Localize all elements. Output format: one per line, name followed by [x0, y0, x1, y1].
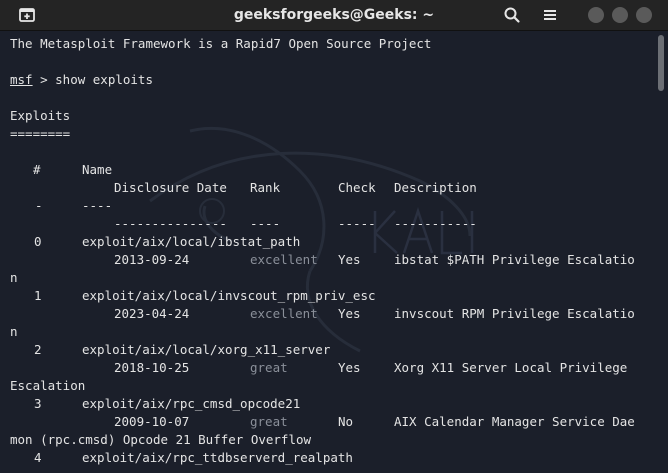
prompt-name: msf — [10, 72, 33, 87]
rule-date: --------------- — [114, 216, 227, 231]
table-row-detail: 2009-10-07 great No AIX Calendar Manager… — [10, 413, 635, 431]
window-title: geeksforgeeks@Geeks: ~ — [233, 7, 435, 23]
row-num: 4 — [34, 450, 42, 465]
hamburger-menu-icon[interactable] — [540, 5, 560, 25]
row-rank: great — [250, 414, 288, 429]
header-check: Check — [338, 180, 376, 195]
row-num: 0 — [34, 234, 42, 249]
command-text: > show exploits — [32, 72, 153, 87]
rule-name: ---- — [82, 198, 113, 213]
row-wrap-line: mon (rpc.cmsd) Opcode 21 Buffer Overflow — [10, 432, 312, 447]
row-num: 1 — [34, 288, 42, 303]
row-description: ibstat $PATH Privilege Escalatio — [394, 252, 635, 267]
row-date: 2013-09-24 — [114, 252, 190, 267]
table-row: 4 exploit/aix/rpc_ttdbserverd_realpath — [10, 449, 431, 467]
header-description: Description — [394, 180, 477, 195]
close-icon[interactable] — [636, 7, 652, 23]
search-icon[interactable] — [502, 5, 522, 25]
row-num: 2 — [34, 342, 42, 357]
rule-check: ----- — [338, 216, 376, 231]
table-row: 1 exploit/aix/local/invscout_rpm_priv_es… — [10, 287, 431, 305]
rule-rank: ---- — [250, 216, 281, 231]
row-date: 2018-10-25 — [114, 360, 190, 375]
table-row: 3 exploit/aix/rpc_cmsd_opcode21 — [10, 395, 431, 413]
row-module-name: exploit/aix/rpc_ttdbserverd_realpath — [82, 450, 353, 465]
row-check: No — [338, 414, 354, 429]
rule-num: - — [35, 198, 43, 213]
row-check: Yes — [338, 306, 361, 321]
terminal-window: geeksforgeeks@Geeks: ~ The Metasploit Fr… — [0, 0, 668, 473]
table-row-detail: 2018-10-25 great Yes Xorg X11 Server Loc… — [10, 359, 627, 377]
header-rank: Rank — [250, 180, 281, 195]
minimize-icon[interactable] — [588, 7, 604, 23]
row-description: Xorg X11 Server Local Privilege — [394, 360, 628, 375]
row-num: 3 — [34, 396, 42, 411]
header-date: Disclosure Date — [114, 180, 227, 195]
row-module-name: exploit/aix/local/ibstat_path — [82, 234, 301, 249]
header-num: # — [33, 162, 41, 177]
row-wrap-line: n — [10, 270, 18, 285]
row-wrap-line: Escalation — [10, 378, 86, 393]
title-bar: geeksforgeeks@Geeks: ~ — [0, 0, 668, 31]
table-rule-row: - ---- — [10, 197, 431, 215]
row-check: Yes — [338, 252, 361, 267]
row-wrap-line: n — [10, 324, 18, 339]
table-header-row-2: Disclosure Date Rank Check Description — [10, 179, 477, 197]
row-module-name: exploit/aix/rpc_cmsd_opcode21 — [82, 396, 301, 411]
table-header-row: # Name — [10, 161, 431, 179]
vertical-scrollbar[interactable] — [658, 35, 664, 91]
row-rank: great — [250, 360, 288, 375]
section-rule: ======== — [10, 126, 71, 141]
maximize-icon[interactable] — [612, 7, 628, 23]
command-line: msf > show exploits — [10, 71, 431, 89]
row-rank: excellent — [250, 306, 318, 321]
terminal-output[interactable]: The Metasploit Framework is a Rapid7 Ope… — [0, 31, 668, 473]
table-row: 0 exploit/aix/local/ibstat_path — [10, 233, 431, 251]
row-date: 2023-04-24 — [114, 306, 190, 321]
row-module-name: exploit/aix/local/invscout_rpm_priv_esc — [82, 288, 376, 303]
row-rank: excellent — [250, 252, 318, 267]
header-name: Name — [82, 162, 113, 177]
table-row: 2 exploit/aix/local/xorg_x11_server — [10, 341, 431, 359]
row-description: AIX Calendar Manager Service Dae — [394, 414, 635, 429]
row-date: 2009-10-07 — [114, 414, 190, 429]
table-row-detail: 2013-09-24 excellent Yes ibstat $PATH Pr… — [10, 251, 635, 269]
row-description: invscout RPM Privilege Escalatio — [394, 306, 635, 321]
section-title: Exploits — [10, 108, 71, 123]
banner-line: The Metasploit Framework is a Rapid7 Ope… — [10, 36, 432, 51]
row-module-name: exploit/aix/local/xorg_x11_server — [82, 342, 331, 357]
table-row-detail: 2023-04-24 excellent Yes invscout RPM Pr… — [10, 305, 635, 323]
table-rule-row-2: --------------- ---- ----- ----------- — [10, 215, 477, 233]
rule-description: ----------- — [394, 216, 477, 231]
row-check: Yes — [338, 360, 361, 375]
